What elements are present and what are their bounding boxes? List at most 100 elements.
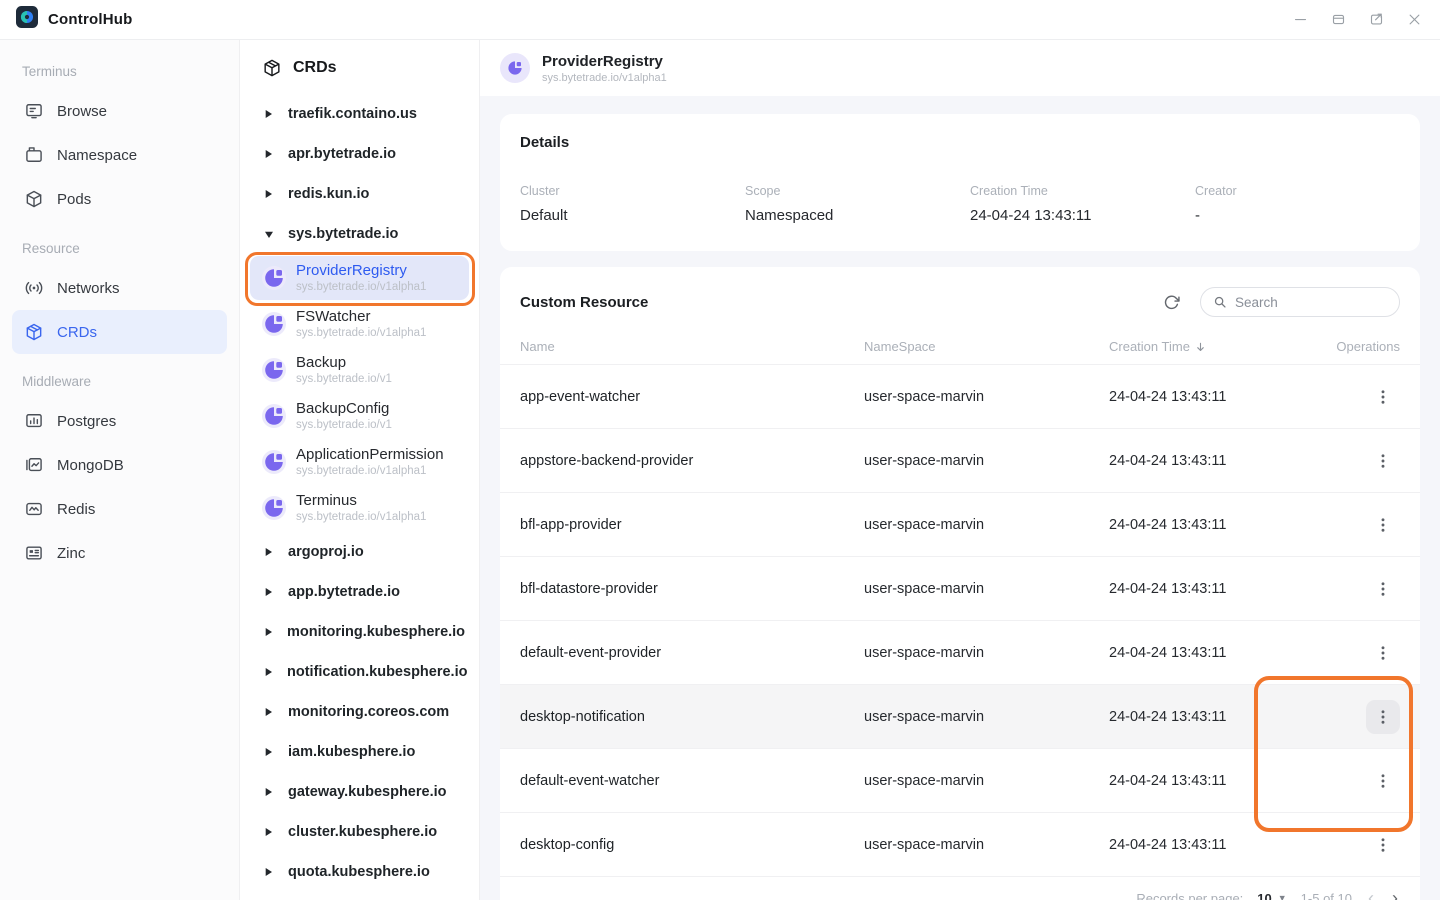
cell-name: bfl-datastore-provider	[520, 581, 864, 597]
crd-pie-icon	[262, 450, 286, 474]
minimize-icon[interactable]	[1293, 12, 1308, 27]
crd-group-quota.kubesphere.io[interactable]: quota.kubesphere.io	[248, 852, 471, 892]
sort-desc-icon[interactable]	[1195, 341, 1206, 353]
crd-group-sys.bytetrade.io[interactable]: sys.bytetrade.io	[248, 214, 471, 254]
sidebar-item-label: CRDs	[57, 324, 97, 341]
crd-item-BackupConfig[interactable]: BackupConfigsys.bytetrade.io/v1	[250, 394, 469, 438]
crd-pie-icon	[262, 358, 286, 382]
row-operations-menu-icon[interactable]	[1366, 380, 1400, 414]
cell-name: default-event-watcher	[520, 773, 864, 789]
crd-group-label: iam.kubesphere.io	[288, 744, 415, 760]
crd-group-cluster.kubesphere.io[interactable]: cluster.kubesphere.io	[248, 812, 471, 852]
details-field: ScopeNamespaced	[745, 184, 970, 224]
crd-group-traefik.containo.us[interactable]: traefik.containo.us	[248, 94, 471, 134]
crd-group-monitoring.kubesphere.io[interactable]: monitoring.kubesphere.io	[248, 612, 471, 652]
crd-group-gateway.kubesphere.io[interactable]: gateway.kubesphere.io	[248, 772, 471, 812]
search-box[interactable]	[1200, 287, 1400, 317]
crd-item-version: sys.bytetrade.io/v1alpha1	[296, 511, 426, 524]
details-field: Creation Time24-04-24 13:43:11	[970, 184, 1195, 224]
cell-namespace: user-space-marvin	[864, 389, 1109, 405]
sidebar-item-browse[interactable]: Browse	[12, 89, 227, 133]
row-operations-menu-icon[interactable]	[1366, 700, 1400, 734]
crd-group-label: apr.bytetrade.io	[288, 146, 396, 162]
cell-namespace: user-space-marvin	[864, 581, 1109, 597]
cell-namespace: user-space-marvin	[864, 453, 1109, 469]
app-logo-icon	[16, 6, 38, 33]
search-input[interactable]	[1235, 295, 1387, 310]
row-operations-menu-icon[interactable]	[1366, 828, 1400, 862]
sidebar-item-pods[interactable]: Pods	[12, 177, 227, 221]
column-name[interactable]: Name	[520, 339, 864, 354]
table-row-default-event-provider[interactable]: default-event-provideruser-space-marvin2…	[500, 621, 1420, 685]
pagination: Records per page: 10▼ 1-5 of 10 ‹ ›	[520, 889, 1400, 900]
resource-header: ProviderRegistry sys.bytetrade.io/v1alph…	[480, 40, 1440, 96]
sidebar-item-mongodb[interactable]: MongoDB	[12, 443, 227, 487]
details-field-label: Cluster	[520, 184, 745, 198]
caret-right-icon	[264, 547, 274, 557]
crd-item-name: ApplicationPermission	[296, 446, 444, 463]
crd-item-name: Backup	[296, 354, 392, 371]
crd-item-version: sys.bytetrade.io/v1	[296, 373, 392, 386]
sidebar-item-networks[interactable]: Networks	[12, 266, 227, 310]
sidebar-item-label: Namespace	[57, 147, 137, 164]
crd-item-ProviderRegistry[interactable]: ProviderRegistrysys.bytetrade.io/v1alpha…	[250, 256, 469, 300]
chevron-down-icon: ▼	[1278, 893, 1287, 900]
caret-right-icon	[264, 109, 274, 119]
caret-right-icon	[264, 867, 274, 877]
records-per-page-label: Records per page:	[1136, 891, 1243, 900]
crd-tree-panel: CRDs traefik.containo.usapr.bytetrade.io…	[240, 40, 480, 900]
crd-group-apr.bytetrade.io[interactable]: apr.bytetrade.io	[248, 134, 471, 174]
column-namespace[interactable]: NameSpace	[864, 339, 1109, 354]
crd-item-ApplicationPermission[interactable]: ApplicationPermissionsys.bytetrade.io/v1…	[250, 440, 469, 484]
crd-group-argoproj.io[interactable]: argoproj.io	[248, 532, 471, 572]
crd-group-label: app.bytetrade.io	[288, 584, 400, 600]
open-external-icon[interactable]	[1369, 12, 1384, 27]
table-row-desktop-config[interactable]: desktop-configuser-space-marvin24-04-24 …	[500, 813, 1420, 877]
crd-resource-icon	[500, 53, 530, 83]
row-operations-menu-icon[interactable]	[1366, 572, 1400, 606]
table-row-desktop-notification[interactable]: desktop-notificationuser-space-marvin24-…	[500, 685, 1420, 749]
sidebar-section: Resource Networks CRDs	[12, 231, 227, 354]
crd-pie-icon	[262, 496, 286, 520]
zinc-icon	[24, 543, 44, 563]
page-size-select[interactable]: 10▼	[1257, 891, 1286, 900]
crd-group-label: notification.kubesphere.io	[287, 664, 467, 680]
crd-group-notification.kubesphere.io[interactable]: notification.kubesphere.io	[248, 652, 471, 692]
crd-group-app.bytetrade.io[interactable]: app.bytetrade.io	[248, 572, 471, 612]
refresh-icon[interactable]	[1163, 294, 1180, 311]
caret-right-icon	[264, 587, 274, 597]
table-row-appstore-backend-provider[interactable]: appstore-backend-provideruser-space-marv…	[500, 429, 1420, 493]
crd-group-monitoring.coreos.com[interactable]: monitoring.coreos.com	[248, 692, 471, 732]
sidebar-item-namespace[interactable]: Namespace	[12, 133, 227, 177]
sidebar-item-redis[interactable]: Redis	[12, 487, 227, 531]
table-row-bfl-app-provider[interactable]: bfl-app-provideruser-space-marvin24-04-2…	[500, 493, 1420, 557]
sidebar-item-label: Networks	[57, 280, 120, 297]
caret-right-icon	[264, 667, 273, 677]
table-row-bfl-datastore-provider[interactable]: bfl-datastore-provideruser-space-marvin2…	[500, 557, 1420, 621]
column-creation-time[interactable]: Creation Time	[1109, 339, 1352, 354]
row-operations-menu-icon[interactable]	[1366, 764, 1400, 798]
sidebar-item-postgres[interactable]: Postgres	[12, 399, 227, 443]
next-page-icon[interactable]: ›	[1390, 889, 1400, 900]
crd-item-Terminus[interactable]: Terminussys.bytetrade.io/v1alpha1	[250, 486, 469, 530]
table-row-app-event-watcher[interactable]: app-event-watcheruser-space-marvin24-04-…	[500, 365, 1420, 429]
table-row-default-event-watcher[interactable]: default-event-watcheruser-space-marvin24…	[500, 749, 1420, 813]
sidebar-item-zinc[interactable]: Zinc	[12, 531, 227, 575]
row-operations-menu-icon[interactable]	[1366, 508, 1400, 542]
crd-item-FSWatcher[interactable]: FSWatchersys.bytetrade.io/v1alpha1	[250, 302, 469, 346]
prev-page-icon[interactable]: ‹	[1366, 889, 1376, 900]
crd-group-redis.kun.io[interactable]: redis.kun.io	[248, 174, 471, 214]
crd-group-label: quota.kubesphere.io	[288, 864, 430, 880]
crd-group-iam.kubesphere.io[interactable]: iam.kubesphere.io	[248, 732, 471, 772]
row-operations-menu-icon[interactable]	[1366, 636, 1400, 670]
cell-creation-time: 24-04-24 13:43:11	[1109, 389, 1352, 405]
crd-item-Backup[interactable]: Backup sys.bytetrade.io/v1	[250, 348, 469, 392]
sidebar-section-label: Resource	[12, 231, 227, 266]
search-icon	[1213, 295, 1227, 309]
sidebar-item-crds[interactable]: CRDs	[12, 310, 227, 354]
crd-group-label: monitoring.coreos.com	[288, 704, 449, 720]
crd-pie-icon	[262, 266, 286, 290]
row-operations-menu-icon[interactable]	[1366, 444, 1400, 478]
maximize-icon[interactable]	[1331, 12, 1346, 27]
close-icon[interactable]	[1407, 12, 1422, 27]
